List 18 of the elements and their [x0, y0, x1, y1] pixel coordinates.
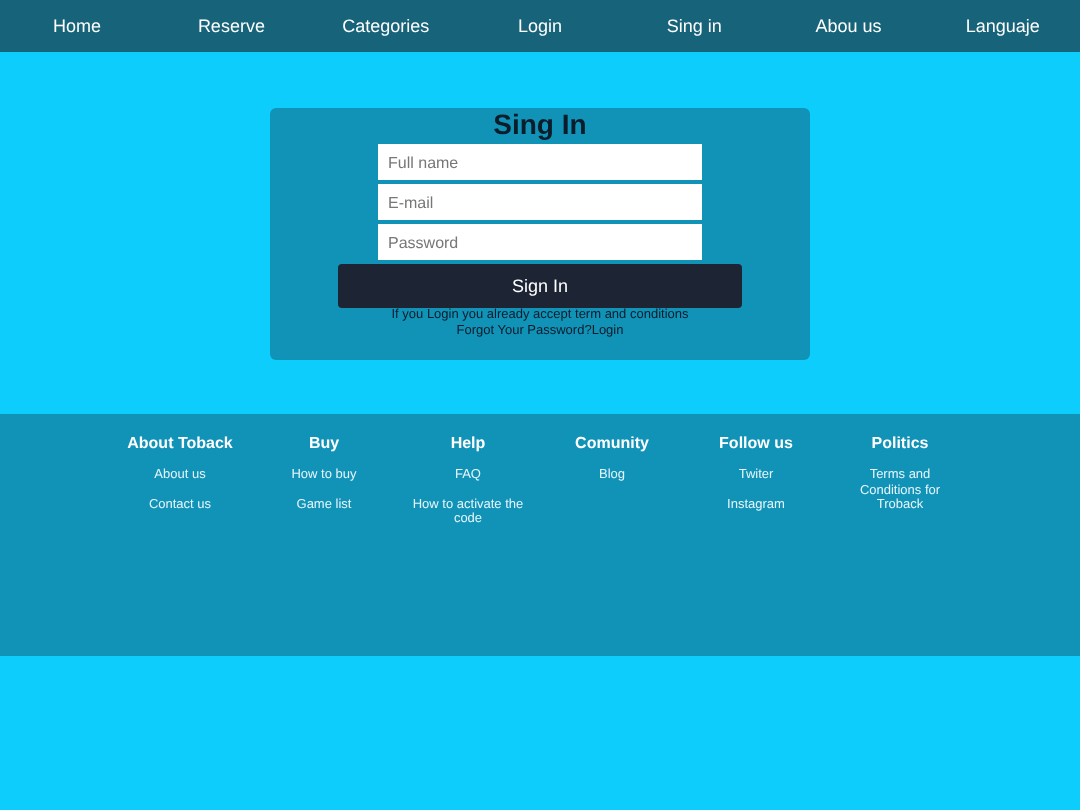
footer-heading: Help: [450, 434, 486, 452]
footer-heading: Comunity: [575, 434, 649, 452]
footer-heading: Follow us: [719, 434, 793, 452]
nav-link[interactable]: Abou us: [771, 16, 926, 36]
footer-heading: About Toback: [127, 434, 233, 452]
nav-link[interactable]: Login: [462, 16, 617, 36]
nav-link[interactable]: Languaje: [925, 16, 1080, 36]
nav-link[interactable]: Home: [0, 16, 155, 36]
input-field[interactable]: Password: [378, 224, 702, 260]
form-title: Sing In: [493, 108, 587, 140]
input-field[interactable]: Full name: [378, 144, 702, 180]
nav-link[interactable]: Sing in: [617, 16, 772, 36]
nav-link[interactable]: Reserve: [154, 16, 309, 36]
input-field[interactable]: E-mail: [378, 184, 702, 220]
signin-button[interactable]: Sign In: [338, 264, 742, 308]
nav-link[interactable]: Categories: [308, 16, 463, 36]
footer-heading: Politics: [871, 434, 929, 452]
footer-heading: Buy: [308, 434, 340, 452]
